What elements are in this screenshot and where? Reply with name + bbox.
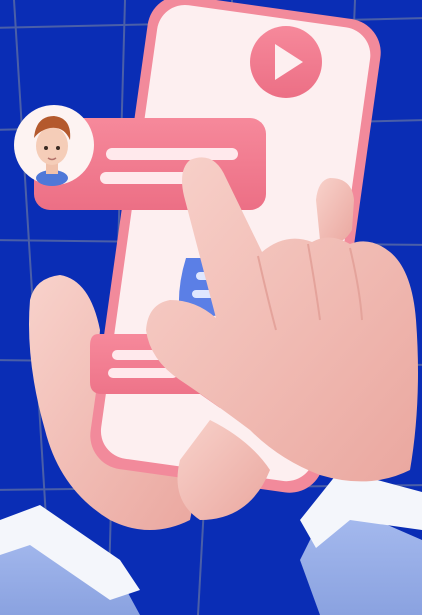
play-icon xyxy=(250,26,322,98)
illustration-canvas xyxy=(0,0,422,615)
chat-app-illustration xyxy=(0,0,422,615)
